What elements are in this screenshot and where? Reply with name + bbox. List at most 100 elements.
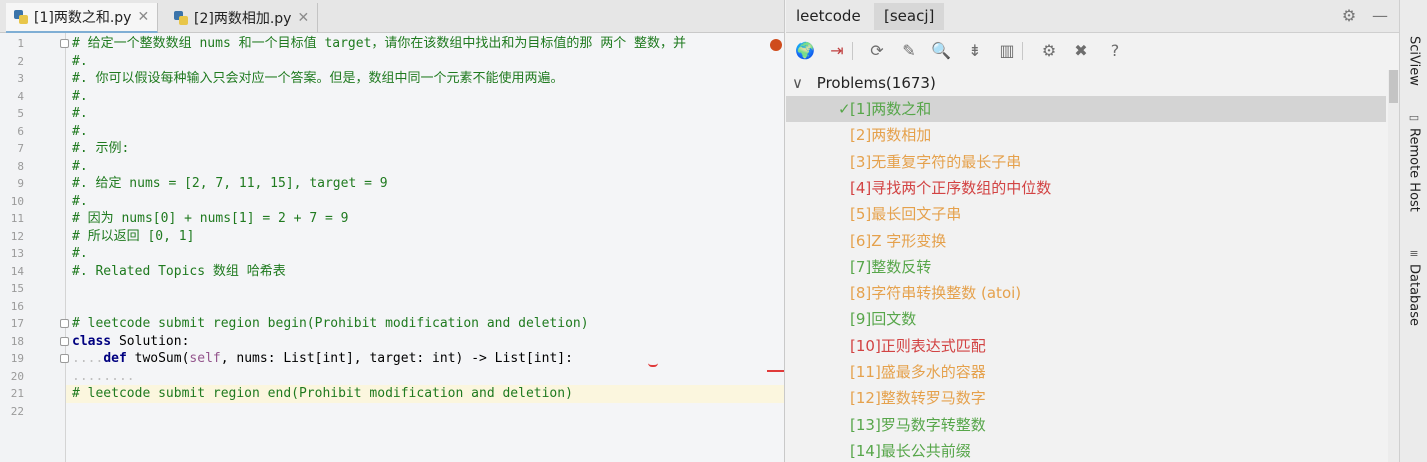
line-number[interactable]: 22 bbox=[0, 403, 24, 421]
warning-indicator-icon[interactable] bbox=[770, 39, 782, 51]
chart-icon[interactable]: ▥ bbox=[996, 40, 1018, 62]
code-line[interactable]: #. bbox=[72, 53, 784, 71]
fold-toggle-icon[interactable] bbox=[60, 39, 69, 48]
line-number[interactable]: 19 bbox=[0, 350, 24, 368]
refresh-icon[interactable]: ⟳ bbox=[866, 40, 888, 62]
code-line[interactable]: #. 你可以假设每种输入只会对应一个答案。但是，数组中同一个元素不能使用两遍。 bbox=[72, 70, 784, 88]
sidebar-item-remote-host[interactable]: ▭ Remote Host bbox=[1400, 112, 1427, 212]
line-number[interactable]: 3 bbox=[0, 70, 24, 88]
problem-item[interactable]: [10]正则表达式匹配 bbox=[786, 333, 1386, 359]
close-tab-icon[interactable]: ✕ bbox=[137, 9, 149, 25]
fold-toggle-icon[interactable] bbox=[60, 319, 69, 328]
line-number-gutter[interactable]: 1 2 3 4 5 6 7 8 9 10 11 12 13 14 15 16 17 18 19 20 21 22 bbox=[0, 33, 69, 462]
code-line[interactable] bbox=[72, 280, 784, 298]
code-line[interactable]: #. 给定 nums = [2, 7, 11, 15], target = 9 bbox=[72, 175, 784, 193]
code-area[interactable]: # 给定一个整数数组 nums 和一个目标值 target，请你在该数组中找出和… bbox=[66, 33, 784, 462]
gear-icon[interactable]: ⚙ bbox=[1038, 40, 1060, 62]
close-tab-icon[interactable]: ✕ bbox=[297, 10, 309, 26]
code-line[interactable] bbox=[72, 403, 784, 421]
code-line[interactable]: # 给定一个整数数组 nums 和一个目标值 target，请你在该数组中找出和… bbox=[72, 35, 784, 53]
gear-icon[interactable]: ⚙ bbox=[1339, 6, 1359, 26]
editor-tab-2[interactable]: [2]两数相加.py ✕ bbox=[166, 3, 319, 33]
scrollbar-thumb[interactable] bbox=[1389, 70, 1398, 103]
problem-item[interactable]: [3]无重复字符的最长子串 bbox=[786, 149, 1386, 175]
line-number[interactable]: 12 bbox=[0, 228, 24, 246]
code-line[interactable]: ....def twoSum(self, nums: List[int], ta… bbox=[72, 350, 784, 368]
error-stripe-marker[interactable] bbox=[767, 370, 784, 372]
problem-item[interactable]: [7]整数反转 bbox=[786, 254, 1386, 280]
line-number[interactable]: 6 bbox=[0, 123, 24, 141]
fold-toggle-icon[interactable] bbox=[60, 354, 69, 363]
code-line[interactable]: # 因为 nums[0] + nums[1] = 2 + 7 = 9 bbox=[72, 210, 784, 228]
line-number[interactable]: 13 bbox=[0, 245, 24, 263]
minimize-icon[interactable]: — bbox=[1370, 6, 1390, 26]
line-number[interactable]: 4 bbox=[0, 88, 24, 106]
line-number[interactable]: 20 bbox=[0, 368, 24, 386]
code-line[interactable]: #. bbox=[72, 88, 784, 106]
problem-item[interactable]: [2]两数相加 bbox=[786, 122, 1386, 148]
sidebar-item-database[interactable]: ≡ Database bbox=[1400, 247, 1427, 327]
close-icon[interactable]: ✖ bbox=[1070, 40, 1092, 62]
code-token: #. 你可以假设每种输入只会对应一个答案。但是，数组中同一个元素不能使用两遍。 bbox=[72, 71, 564, 86]
line-number[interactable]: 18 bbox=[0, 333, 24, 351]
problem-item[interactable]: [9]回文数 bbox=[786, 306, 1386, 332]
problems-tree[interactable]: ∨ Problems(1673) ✓ [1]两数之和 [2]两数相加 [3]无重复字符… bbox=[786, 70, 1386, 462]
code-line[interactable]: #. bbox=[72, 123, 784, 141]
database-icon: ≡ bbox=[1409, 247, 1419, 260]
line-number[interactable]: 10 bbox=[0, 193, 24, 211]
code-line[interactable]: #. bbox=[72, 105, 784, 123]
code-editor[interactable]: [1]两数之和.py ✕ [2]两数相加.py ✕ 1 2 3 4 5 6 7 8 9 10 11 1… bbox=[0, 0, 785, 462]
code-line[interactable]: # 所以返回 [0, 1] bbox=[72, 228, 784, 246]
problem-item[interactable]: [4]寻找两个正序数组的中位数 bbox=[786, 175, 1386, 201]
code-line[interactable]: #. bbox=[72, 245, 784, 263]
code-line[interactable]: class Solution: bbox=[72, 333, 784, 351]
problem-item[interactable]: [14]最长公共前缀 bbox=[786, 438, 1386, 462]
line-number[interactable]: 5 bbox=[0, 105, 24, 123]
code-line[interactable]: ........ bbox=[72, 368, 784, 386]
line-number[interactable]: 14 bbox=[0, 263, 24, 281]
line-number[interactable]: 17 bbox=[0, 315, 24, 333]
globe-icon[interactable]: 🌍 bbox=[794, 40, 816, 62]
code-line[interactable]: #. bbox=[72, 158, 784, 176]
sidebar-item-sciview[interactable]: SciView bbox=[1400, 32, 1427, 86]
problems-root-node[interactable]: ∨ Problems(1673) bbox=[786, 70, 1386, 96]
editor-tab-1[interactable]: [1]两数之和.py ✕ bbox=[6, 3, 159, 33]
login-icon[interactable]: ⇥ bbox=[826, 40, 848, 62]
code-line[interactable]: # leetcode submit region begin(Prohibit … bbox=[72, 315, 784, 333]
problem-item[interactable]: [11]盛最多水的容器 bbox=[786, 359, 1386, 385]
line-number[interactable]: 9 bbox=[0, 175, 24, 193]
code-line[interactable] bbox=[72, 298, 784, 316]
code-line[interactable]: #. Related Topics 数组 哈希表 bbox=[72, 263, 784, 281]
code-line[interactable]: #. bbox=[72, 193, 784, 211]
line-number[interactable]: 11 bbox=[0, 210, 24, 228]
code-token: .... bbox=[72, 351, 104, 366]
problem-item[interactable]: [8]字符串转换整数 (atoi) bbox=[786, 280, 1386, 306]
help-icon[interactable]: ? bbox=[1104, 40, 1126, 62]
code-line[interactable]: #. 示例: bbox=[72, 140, 784, 158]
python-file-icon bbox=[14, 10, 28, 24]
tree-scrollbar[interactable] bbox=[1388, 70, 1399, 462]
tool-tab-leetcode[interactable]: leetcode bbox=[786, 3, 871, 30]
chevron-down-icon[interactable]: ∨ bbox=[792, 70, 812, 96]
line-number[interactable]: 15 bbox=[0, 280, 24, 298]
code-line[interactable]: # leetcode submit region end(Prohibit mo… bbox=[66, 385, 784, 403]
problem-item[interactable]: [13]罗马数字转整数 bbox=[786, 412, 1386, 438]
fold-toggle-icon[interactable] bbox=[60, 336, 69, 346]
line-number[interactable]: 21 bbox=[0, 385, 24, 403]
problem-item[interactable]: ✓ [1]两数之和 bbox=[786, 96, 1386, 122]
code-token: #. bbox=[72, 123, 88, 139]
line-number[interactable]: 2 bbox=[0, 53, 24, 71]
problem-label: [6]Z 字形变换 bbox=[850, 231, 947, 250]
problem-item[interactable]: [12]整数转罗马数字 bbox=[786, 385, 1386, 411]
line-number[interactable]: 7 bbox=[0, 140, 24, 158]
line-number[interactable]: 1 bbox=[0, 35, 24, 53]
problem-item[interactable]: [5]最长回文子串 bbox=[786, 201, 1386, 227]
magic-wand-icon[interactable]: ✎ bbox=[898, 40, 920, 62]
collapse-icon[interactable]: ⇟ bbox=[964, 40, 986, 62]
problem-label: [12]整数转罗马数字 bbox=[850, 389, 986, 408]
problem-item[interactable]: [6]Z 字形变换 bbox=[786, 228, 1386, 254]
search-icon[interactable]: 🔍 bbox=[930, 40, 952, 62]
tool-tab-account[interactable]: [seacj] bbox=[874, 3, 945, 30]
line-number[interactable]: 16 bbox=[0, 298, 24, 316]
line-number[interactable]: 8 bbox=[0, 158, 24, 176]
